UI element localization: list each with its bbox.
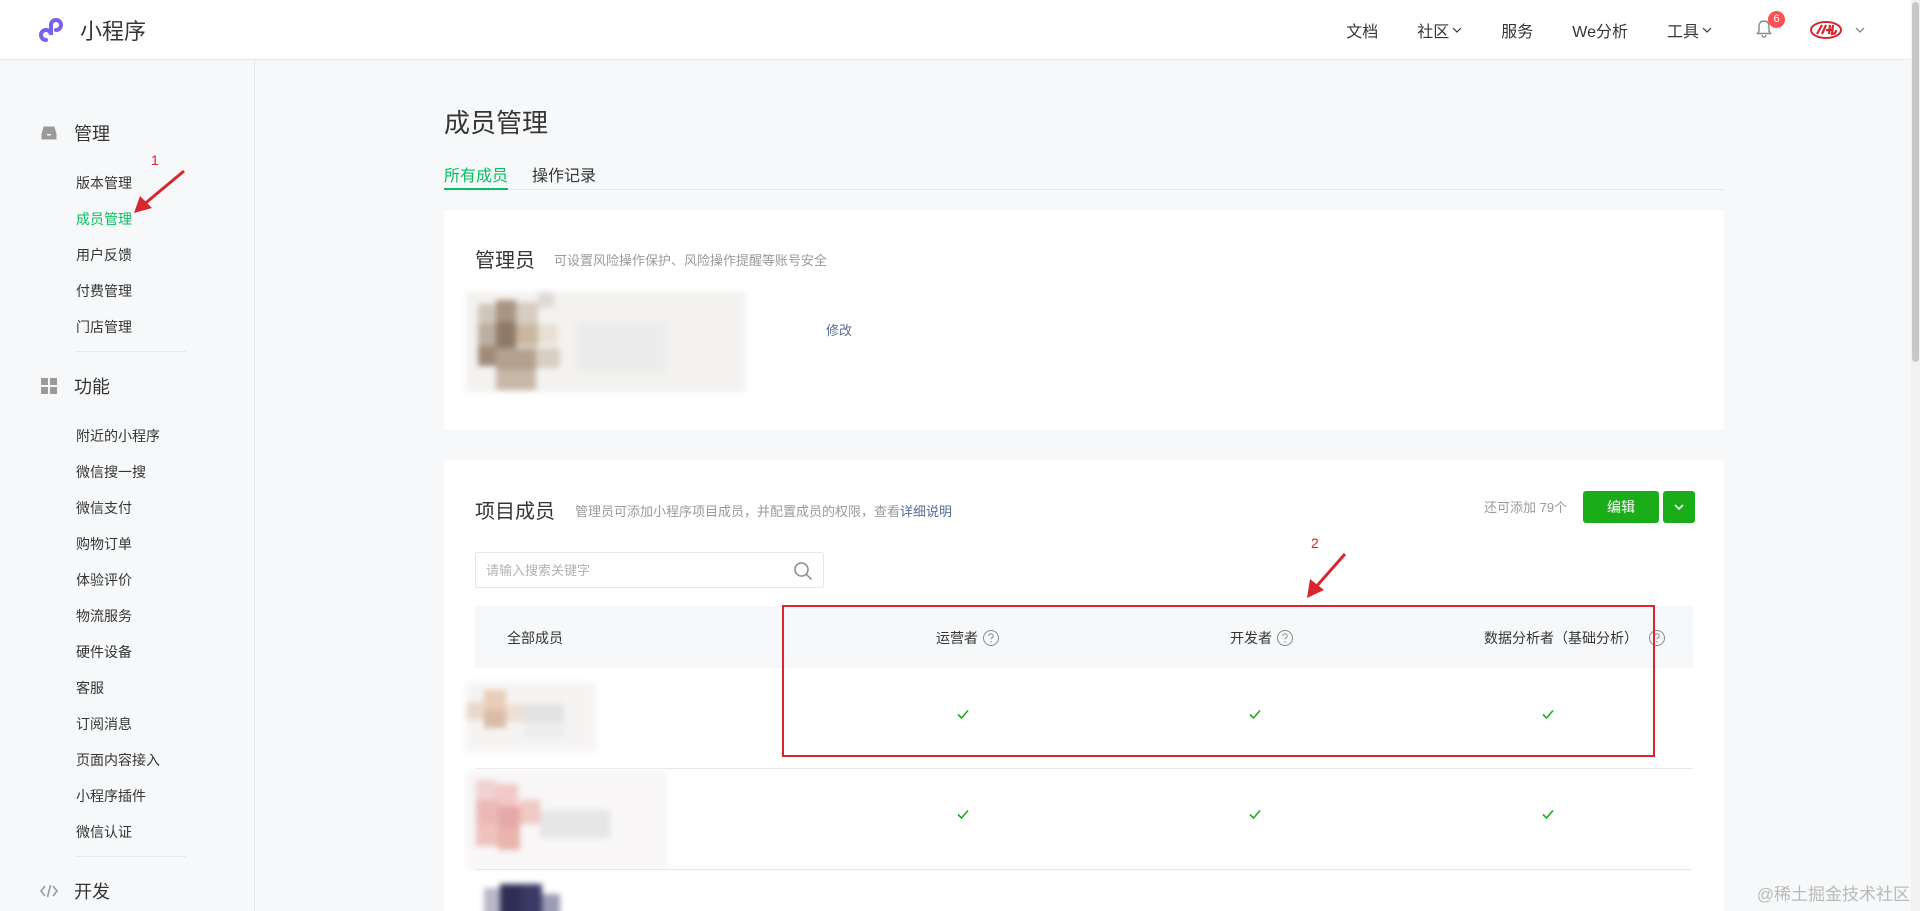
sidebar-item-feedback[interactable]: 用户反馈 bbox=[76, 245, 132, 265]
tab-operation-log[interactable]: 操作记录 bbox=[532, 162, 596, 190]
annotation-label-2: 2 bbox=[1311, 535, 1319, 551]
members-card-desc-text: 管理员可添加小程序项目成员，并配置成员的权限，查看 bbox=[575, 504, 901, 519]
sidebar-section-manage-label: 管理 bbox=[74, 124, 110, 144]
nav-community-label: 社区 bbox=[1417, 24, 1450, 41]
sidebar-item-plugins[interactable]: 小程序插件 bbox=[76, 786, 146, 806]
annotation-highlight-box bbox=[782, 605, 1655, 757]
nav-community[interactable]: 社区 bbox=[1417, 18, 1462, 42]
member-search bbox=[475, 552, 824, 588]
grid-icon bbox=[41, 378, 57, 394]
admin-card-title: 管理员 bbox=[475, 250, 535, 272]
nav-tools[interactable]: 工具 bbox=[1667, 18, 1712, 42]
miniprogram-logo-icon bbox=[39, 18, 63, 42]
nav-services[interactable]: 服务 bbox=[1501, 18, 1533, 42]
notification-badge: 6 bbox=[1768, 11, 1785, 28]
member-avatar-blurred bbox=[484, 884, 560, 911]
app-logo[interactable]: 小程序 bbox=[38, 14, 146, 46]
chevron-down-icon bbox=[1674, 504, 1684, 511]
sidebar-item-version[interactable]: 版本管理 bbox=[76, 173, 132, 193]
members-card-desc: 管理员可添加小程序项目成员，并配置成员的权限，查看详细说明 bbox=[575, 501, 952, 520]
code-icon bbox=[40, 884, 58, 898]
notifications-button[interactable]: 6 bbox=[1754, 11, 1785, 41]
nav-we-analysis[interactable]: We分析 bbox=[1572, 18, 1628, 42]
top-nav: 文档 社区 服务 We分析 工具 6 bbox=[1307, 0, 1866, 60]
sidebar-item-subscribe[interactable]: 订阅消息 bbox=[76, 714, 132, 734]
watermark: @稀土掘金技术社区 bbox=[1756, 885, 1910, 904]
sidebar-item-hardware[interactable]: 硬件设备 bbox=[76, 642, 132, 662]
admin-card-desc: 可设置风险操作保护、风险操作提醒等账号安全 bbox=[554, 253, 828, 268]
sidebar-section-features-label: 功能 bbox=[74, 377, 110, 397]
sidebar-section-features: 功能 bbox=[40, 373, 110, 399]
column-all-members[interactable]: 全部成员 bbox=[507, 628, 563, 648]
sidebar-section-develop-label: 开发 bbox=[74, 882, 110, 902]
chevron-down-icon bbox=[1452, 27, 1462, 33]
top-bar: 小程序 文档 社区 服务 We分析 工具 6 bbox=[0, 0, 1920, 60]
sidebar-section-manage: 管理 bbox=[40, 120, 110, 146]
sidebar-item-customer-service[interactable]: 客服 bbox=[76, 678, 104, 698]
admin-edit-link[interactable]: 修改 bbox=[826, 320, 852, 339]
sidebar-item-payment[interactable]: 付费管理 bbox=[76, 281, 132, 301]
sidebar-divider bbox=[76, 351, 186, 352]
tab-all-members[interactable]: 所有成员 bbox=[444, 162, 509, 190]
row-divider bbox=[475, 768, 1693, 769]
sidebar-item-nearby[interactable]: 附近的小程序 bbox=[76, 426, 160, 446]
sidebar-item-reviews[interactable]: 体验评价 bbox=[76, 570, 132, 590]
sidebar-item-pay[interactable]: 微信支付 bbox=[76, 498, 132, 518]
annotation-arrow-icon bbox=[1307, 553, 1347, 598]
sidebar-item-content[interactable]: 页面内容接入 bbox=[76, 750, 160, 770]
check-icon bbox=[1249, 809, 1261, 820]
sidebar-item-stores[interactable]: 门店管理 bbox=[76, 317, 132, 337]
edit-button[interactable]: 编辑 bbox=[1583, 491, 1659, 523]
tab-bar: 所有成员 操作记录 bbox=[444, 160, 1724, 190]
sidebar-item-verify[interactable]: 微信认证 bbox=[76, 822, 132, 842]
remaining-count: 还可添加 79个 bbox=[1484, 500, 1568, 515]
search-input[interactable] bbox=[486, 553, 786, 587]
row-divider bbox=[475, 869, 1693, 870]
chevron-down-icon bbox=[1702, 27, 1712, 33]
scrollbar[interactable] bbox=[1911, 0, 1920, 911]
member-avatar-blurred bbox=[466, 682, 596, 752]
app-name: 小程序 bbox=[80, 19, 147, 44]
check-icon bbox=[1542, 809, 1554, 820]
sidebar-item-logistics[interactable]: 物流服务 bbox=[76, 606, 132, 626]
sidebar: 管理 版本管理 成员管理 用户反馈 付费管理 门店管理 功能 附近的小程序 微信… bbox=[0, 60, 255, 911]
nav-tools-label: 工具 bbox=[1666, 24, 1699, 41]
chevron-down-icon[interactable] bbox=[1854, 24, 1866, 36]
edit-dropdown-button[interactable] bbox=[1663, 491, 1695, 523]
annotation-arrow-icon bbox=[134, 169, 185, 213]
account-avatar[interactable] bbox=[1810, 19, 1842, 41]
members-card-title: 项目成员 bbox=[475, 501, 555, 523]
check-icon bbox=[957, 809, 969, 820]
sidebar-divider bbox=[76, 856, 186, 857]
scrollbar-thumb[interactable] bbox=[1912, 2, 1919, 362]
inbox-icon bbox=[41, 126, 57, 140]
member-avatar-blurred bbox=[466, 770, 666, 870]
search-icon[interactable] bbox=[793, 561, 813, 581]
sidebar-item-search[interactable]: 微信搜一搜 bbox=[76, 462, 146, 482]
page-title: 成员管理 bbox=[444, 108, 549, 138]
admin-card: 管理员 可设置风险操作保护、风险操作提醒等账号安全 修改 bbox=[444, 210, 1724, 430]
sidebar-item-members[interactable]: 成员管理 bbox=[76, 209, 132, 229]
sidebar-item-orders[interactable]: 购物订单 bbox=[76, 534, 132, 554]
nav-docs[interactable]: 文档 bbox=[1346, 18, 1378, 42]
details-link[interactable]: 详细说明 bbox=[900, 504, 952, 519]
admin-avatar-blurred bbox=[466, 292, 746, 392]
sidebar-section-develop[interactable]: 开发 bbox=[40, 878, 110, 904]
